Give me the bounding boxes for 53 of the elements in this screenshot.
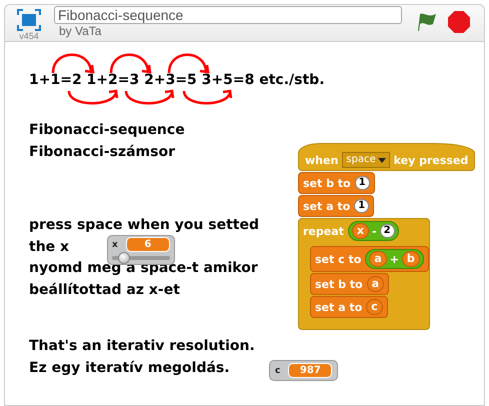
block-label: set c to — [315, 252, 362, 266]
variable-reporter[interactable]: a — [369, 251, 387, 267]
key-dropdown[interactable]: space — [342, 152, 390, 168]
curved-arrow — [110, 54, 152, 74]
stage-text: press space when you setted — [29, 216, 259, 235]
number-input[interactable]: 1 — [354, 199, 370, 213]
variable-reporter[interactable]: b — [402, 251, 420, 267]
monitor-value: 987 — [288, 363, 332, 378]
block-label: key pressed — [394, 154, 468, 166]
slider-thumb[interactable] — [118, 252, 130, 264]
curved-arrow — [124, 90, 174, 104]
author-label: by VaTa — [59, 24, 102, 38]
stage-text: the x — [29, 238, 70, 256]
number-input[interactable]: 2 — [380, 224, 395, 238]
flag-icon[interactable] — [416, 12, 438, 32]
set-block[interactable]: set a to c — [310, 296, 388, 318]
stage-text: Fibonacci-sequence — [29, 121, 185, 140]
equation-text: 1+1=2 1+2=3 2+3=5 3+5=8 etc./stb. — [29, 71, 325, 90]
block-label: repeat — [303, 224, 344, 238]
block-label: - — [372, 224, 377, 238]
stage-text: Fibonacci-számsor — [29, 142, 175, 162]
monitor-label: c — [275, 366, 280, 376]
operator-block[interactable]: a + b — [365, 249, 424, 269]
fullscreen-icon[interactable] — [17, 9, 41, 31]
stage-text: Ez egy iteratív megoldás. — [29, 358, 230, 378]
block-label: set b to — [303, 176, 351, 190]
curved-arrow — [68, 90, 118, 104]
operator-block[interactable]: x - 2 — [348, 221, 399, 241]
block-label: set a to — [315, 300, 362, 314]
set-block[interactable]: set b to a — [310, 273, 390, 295]
stage-text: That's an iterativ resolution. — [29, 337, 255, 356]
set-block[interactable]: set a to 1 — [298, 195, 374, 217]
variable-reporter[interactable]: a — [366, 276, 384, 292]
version-label: v454 — [19, 31, 39, 41]
curved-arrow — [168, 54, 210, 74]
repeat-block[interactable]: repeat x - 2 set c to a + b set b to a set a to c — [298, 218, 430, 330]
number-input[interactable]: 1 — [354, 176, 370, 190]
stage-text: beállítottad az x-et — [29, 280, 180, 300]
block-label: + — [390, 252, 399, 266]
monitor-value: 6 — [126, 237, 170, 252]
block-label: set b to — [315, 278, 363, 290]
curved-arrow — [182, 90, 232, 104]
set-block[interactable]: set b to 1 — [298, 172, 375, 194]
set-block[interactable]: set c to a + b — [310, 246, 429, 272]
variable-reporter[interactable]: x — [352, 223, 370, 239]
stop-icon[interactable] — [448, 11, 470, 33]
block-label: when — [305, 154, 338, 166]
curved-arrow — [52, 54, 94, 74]
variable-reporter[interactable]: c — [366, 299, 383, 315]
title-field[interactable]: Fibonacci-sequence — [54, 6, 402, 24]
hat-block[interactable]: when space key pressed — [298, 143, 476, 171]
block-label: set a to — [303, 200, 350, 212]
monitor-label: x — [112, 240, 118, 250]
